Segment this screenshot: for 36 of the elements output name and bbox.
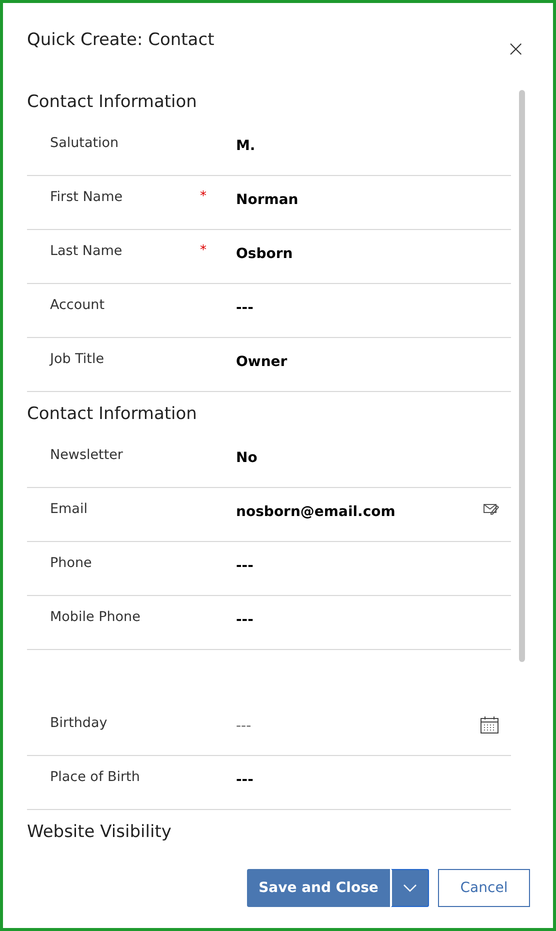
envelope-icon[interactable] [483,502,499,515]
field-value[interactable]: M. [236,122,511,154]
field-value[interactable]: --- [236,542,511,574]
field-label: Account [50,296,106,313]
section-heading: Contact Information [27,403,198,426]
required-marker: * [200,243,206,258]
required-marker: * [200,189,206,204]
close-button[interactable]: × [506,36,525,62]
calendar-icon[interactable] [480,716,499,734]
field-placeholder[interactable]: --- [236,702,480,734]
section-heading: Contact Information [27,91,198,114]
field-value[interactable]: No [236,434,511,466]
save-options-button[interactable] [391,869,429,907]
field-value[interactable]: --- [236,596,511,628]
field-label: Last Name [50,242,124,259]
dialog-title: Quick Create: Contact [27,30,214,52]
field-value[interactable]: nosborn@email.com [236,488,483,520]
field-label: Birthday [50,714,108,731]
field-value[interactable]: Osborn [236,230,511,262]
field-label: First Name [50,188,124,205]
field-label: Phone [50,554,93,571]
field-value[interactable]: Norman [236,176,511,208]
field-value[interactable]: --- [236,756,511,788]
save-and-close-button[interactable]: Save and Close [247,869,390,907]
field-value[interactable]: --- [236,284,511,316]
field-label: Mobile Phone [50,608,142,625]
field-label: Email [50,500,88,517]
cancel-button[interactable]: Cancel [438,869,530,907]
section-heading: Website Visibility [27,821,172,844]
field-label: Newsletter [50,446,124,463]
field-label: Place of Birth [50,768,141,785]
field-label: Salutation [50,134,120,151]
field-label: Job Title [50,350,106,367]
scrollbar[interactable] [519,90,525,662]
field-value[interactable]: Owner [236,338,511,370]
chevron-down-icon [403,884,417,892]
